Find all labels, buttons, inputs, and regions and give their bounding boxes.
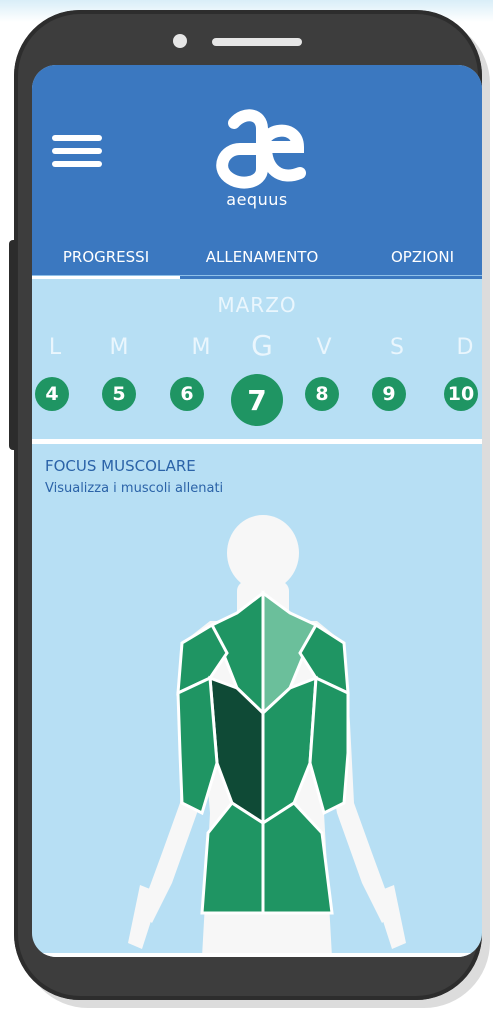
day-letter: D: [456, 335, 474, 360]
day-button[interactable]: 9: [372, 377, 406, 411]
tab-progressi[interactable]: PROGRESSI: [32, 241, 180, 279]
tab-divider: [32, 275, 482, 276]
day-button-selected[interactable]: 7: [231, 374, 283, 426]
camera-icon: [173, 34, 187, 48]
day-button[interactable]: 10: [444, 377, 478, 411]
app-header: aequus PROGRESSI ALLENAMENTO OPZIONI: [32, 65, 482, 279]
day-letter: M: [109, 335, 129, 360]
tab-bar: PROGRESSI ALLENAMENTO OPZIONI: [32, 237, 482, 279]
screen-bottom-bar: [32, 953, 482, 957]
muscle-groups: [176, 589, 350, 915]
speaker-icon: [212, 38, 302, 46]
calendar-divider: [32, 439, 482, 444]
tab-opzioni[interactable]: OPZIONI: [370, 241, 475, 273]
tab-allenamento[interactable]: ALLENAMENTO: [187, 241, 337, 273]
focus-subtitle: Visualizza i muscoli allenati: [45, 481, 224, 496]
app-screen: aequus PROGRESSI ALLENAMENTO OPZIONI MAR…: [32, 65, 482, 957]
day-button[interactable]: 6: [170, 377, 204, 411]
day-letter: L: [48, 335, 62, 360]
day-letter: S: [390, 335, 404, 360]
day-letter: G: [251, 329, 273, 362]
day-button[interactable]: 4: [35, 377, 69, 411]
side-button: [9, 240, 17, 450]
focus-title: FOCUS MUSCOLARE: [45, 457, 196, 475]
muscle-body-map: [128, 515, 406, 957]
aequus-logo-icon: [216, 109, 306, 189]
day-button[interactable]: 5: [102, 377, 136, 411]
day-button[interactable]: 8: [305, 377, 339, 411]
calendar-month: MARZO: [217, 293, 297, 317]
day-letter: M: [191, 335, 211, 360]
day-letter: V: [316, 335, 332, 360]
app-name: aequus: [226, 190, 288, 209]
hamburger-menu-icon[interactable]: [52, 135, 102, 167]
